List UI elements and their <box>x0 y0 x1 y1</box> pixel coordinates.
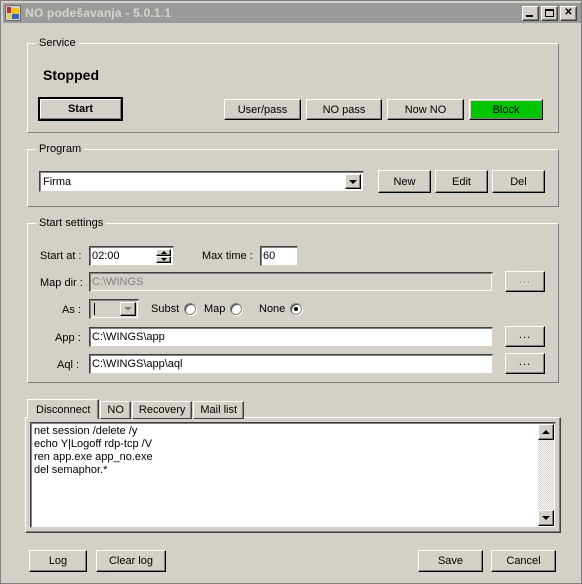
minimize-button[interactable] <box>522 5 539 21</box>
scroll-down-icon[interactable] <box>538 510 554 526</box>
del-button[interactable]: Del <box>492 170 545 193</box>
aql-browse-label: ... <box>518 356 532 368</box>
log-label: Log <box>48 555 68 567</box>
title-bar: NO podešavanja - 5.0.1.1 ✕ <box>3 3 581 23</box>
map-dir-label: Map dir : <box>40 277 83 289</box>
maximize-button[interactable] <box>541 5 558 21</box>
user-pass-button[interactable]: User/pass <box>224 99 301 120</box>
tab-recovery-label: Recovery <box>138 404 186 416</box>
radio-map[interactable]: Map <box>204 303 243 315</box>
tab-recovery[interactable]: Recovery <box>131 401 193 419</box>
max-time-input[interactable]: 60 <box>260 246 298 266</box>
aql-browse-button[interactable]: ... <box>505 353 545 374</box>
radio-map-label: Map <box>204 303 226 315</box>
radio-subst-label: Subst <box>151 303 180 315</box>
window-controls: ✕ <box>522 5 577 21</box>
service-group-title: Service <box>36 37 79 49</box>
close-button[interactable]: ✕ <box>560 5 577 21</box>
script-text: net session /delete /y echo Y|Logoff rdp… <box>34 425 153 476</box>
block-label: Block <box>492 103 520 116</box>
radio-none-control[interactable] <box>290 303 303 315</box>
now-no-button[interactable]: Now NO <box>387 99 464 120</box>
radio-none-label: None <box>259 303 286 315</box>
map-dir-browse-button: ... <box>505 271 545 292</box>
map-dir-input: C:\WINGS <box>89 272 493 292</box>
user-pass-label: User/pass <box>237 103 288 116</box>
aql-value: C:\WINGS\app\aql <box>92 358 183 370</box>
stepper-up-icon[interactable] <box>156 249 171 256</box>
no-pass-label: NO pass <box>322 103 366 116</box>
close-icon: ✕ <box>564 7 573 18</box>
map-dir-value: C:\WINGS <box>92 276 144 288</box>
edit-label: Edit <box>452 175 471 188</box>
now-no-label: Now NO <box>404 103 447 116</box>
program-group-title: Program <box>36 143 85 155</box>
max-time-value: 60 <box>263 250 276 262</box>
dialog-window: NO podešavanja - 5.0.1.1 ✕ Service Stopp… <box>0 0 582 584</box>
as-label: As : <box>62 304 81 316</box>
log-button[interactable]: Log <box>29 550 87 572</box>
tab-mail-list[interactable]: Mail list <box>193 401 245 419</box>
app-value: C:\WINGS\app <box>92 331 165 343</box>
script-scrollbar[interactable] <box>538 424 554 526</box>
edit-button[interactable]: Edit <box>435 170 488 193</box>
app-icon <box>5 5 21 21</box>
radio-map-control[interactable] <box>230 303 243 315</box>
stepper-down-icon[interactable] <box>156 256 171 263</box>
script-textarea[interactable]: net session /delete /y echo Y|Logoff rdp… <box>30 422 556 528</box>
new-label: New <box>393 175 416 188</box>
max-time-label: Max time : <box>202 250 253 262</box>
maximize-icon <box>545 8 554 17</box>
aql-input[interactable]: C:\WINGS\app\aql <box>89 354 493 374</box>
no-pass-button[interactable]: NO pass <box>306 99 382 120</box>
start-at-stepper[interactable] <box>156 249 171 263</box>
start-at-value: 02:00 <box>92 250 120 262</box>
app-browse-label: ... <box>518 329 532 341</box>
start-button[interactable]: Start <box>38 97 123 121</box>
as-select <box>89 299 139 319</box>
clear-log-label: Clear log <box>108 555 154 567</box>
tab-no[interactable]: NO <box>100 401 131 419</box>
tab-mail-list-label: Mail list <box>200 404 238 416</box>
radio-subst[interactable]: Subst <box>151 303 197 315</box>
aql-label: Aql : <box>57 359 80 371</box>
radio-subst-control[interactable] <box>184 303 197 315</box>
new-button[interactable]: New <box>378 170 431 193</box>
tab-no-label: NO <box>107 404 124 416</box>
app-input[interactable]: C:\WINGS\app <box>89 327 493 347</box>
radio-none[interactable]: None <box>259 303 303 315</box>
start-settings-group-title: Start settings <box>36 217 107 229</box>
start-button-label: Start <box>67 103 94 115</box>
tab-strip: Disconnect NO Recovery Mail list <box>27 399 245 419</box>
as-caret <box>94 303 95 315</box>
program-select-value: Firma <box>43 175 72 188</box>
tab-disconnect[interactable]: Disconnect <box>27 399 100 419</box>
cancel-button[interactable]: Cancel <box>491 550 556 572</box>
minimize-icon <box>526 14 533 17</box>
service-status: Stopped <box>43 67 99 83</box>
as-chevron-down-icon <box>120 302 136 316</box>
start-at-input[interactable]: 02:00 <box>89 246 174 266</box>
save-label: Save <box>437 555 464 567</box>
program-select[interactable]: Firma <box>39 171 364 192</box>
window-title: NO podešavanja - 5.0.1.1 <box>25 6 172 20</box>
start-at-label: Start at : <box>40 250 82 262</box>
app-browse-button[interactable]: ... <box>505 326 545 347</box>
map-dir-browse-label: ... <box>518 274 532 286</box>
save-button[interactable]: Save <box>418 550 483 572</box>
scroll-up-icon[interactable] <box>538 424 554 440</box>
cancel-label: Cancel <box>506 555 541 567</box>
del-label: Del <box>510 175 527 188</box>
tab-disconnect-label: Disconnect <box>36 403 91 416</box>
clear-log-button[interactable]: Clear log <box>96 550 166 572</box>
app-label: App : <box>55 332 81 344</box>
block-button[interactable]: Block <box>469 99 543 120</box>
chevron-down-icon[interactable] <box>345 174 361 189</box>
